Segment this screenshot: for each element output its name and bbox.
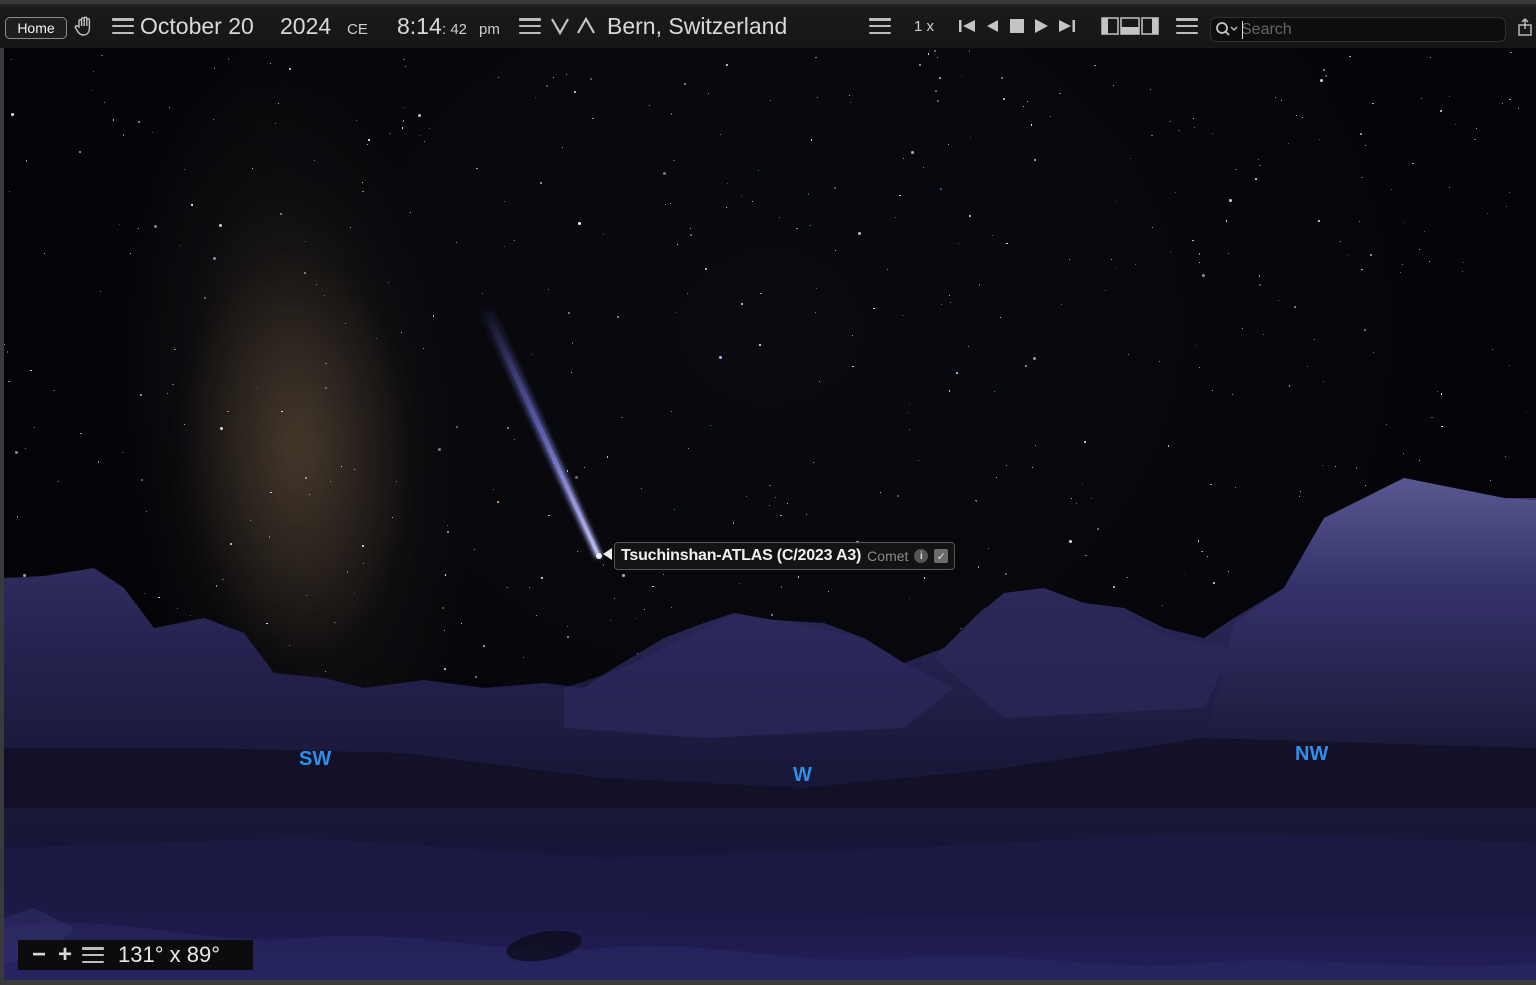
comet-pointer-icon xyxy=(603,548,612,560)
compass-w: W xyxy=(793,764,812,786)
era-field[interactable]: CE xyxy=(347,7,368,51)
location-menu-icon[interactable] xyxy=(519,4,541,48)
fov-control: − + 131° x 89° xyxy=(18,940,253,970)
fov-menu-icon[interactable] xyxy=(82,947,104,963)
window-edge-bottom xyxy=(0,980,1536,985)
down-arrow-icon[interactable] xyxy=(550,4,570,48)
sky-view[interactable]: Tsuchinshan-ATLAS (C/2023 A3) Comet i ✓ … xyxy=(4,48,1536,980)
date-field[interactable]: October 20 xyxy=(140,4,254,48)
seconds-field[interactable]: : 42 xyxy=(442,7,467,51)
comet-type: Comet xyxy=(867,548,909,564)
compass-sw: SW xyxy=(299,748,332,770)
zoom-out-button[interactable]: − xyxy=(26,943,52,967)
landscape xyxy=(4,478,1536,980)
panel-layout-icon[interactable] xyxy=(1101,4,1159,48)
location-field[interactable]: Bern, Switzerland xyxy=(607,4,787,48)
home-button[interactable]: Home xyxy=(5,17,67,39)
up-arrow-icon[interactable] xyxy=(576,4,596,48)
view-menu-icon[interactable] xyxy=(1176,4,1198,48)
ampm-field[interactable]: pm xyxy=(479,7,500,51)
speed-menu-icon[interactable] xyxy=(869,4,891,48)
skip-forward-icon[interactable] xyxy=(1057,4,1077,48)
time-field[interactable]: 8:14 xyxy=(397,4,442,48)
hand-icon[interactable] xyxy=(74,4,96,48)
play-icon[interactable] xyxy=(1033,4,1049,48)
search-icon[interactable] xyxy=(1215,21,1239,44)
top-toolbar: Home October 20 2024 CE 8:14 : 42 pm Ber… xyxy=(0,0,1536,48)
stop-icon[interactable] xyxy=(1009,4,1025,48)
search-box[interactable] xyxy=(1210,17,1506,42)
date-menu-icon[interactable] xyxy=(112,4,134,48)
search-input[interactable] xyxy=(1241,20,1491,39)
share-icon[interactable] xyxy=(1518,18,1532,36)
compass-nw: NW xyxy=(1295,743,1329,765)
comet-name: Tsuchinshan-ATLAS (C/2023 A3) xyxy=(621,547,862,564)
fov-value: 131° x 89° xyxy=(118,942,220,967)
zoom-in-button[interactable]: + xyxy=(52,943,78,967)
comet-label[interactable]: Tsuchinshan-ATLAS (C/2023 A3) Comet i ✓ xyxy=(614,542,956,570)
text-caret xyxy=(1242,21,1243,39)
speed-field[interactable]: 1 x xyxy=(914,4,934,48)
info-icon[interactable]: i xyxy=(914,549,929,563)
step-back-icon[interactable] xyxy=(984,4,1000,48)
year-field[interactable]: 2024 xyxy=(280,4,331,48)
checkbox-icon[interactable]: ✓ xyxy=(934,549,949,563)
skip-back-icon[interactable] xyxy=(957,4,977,48)
